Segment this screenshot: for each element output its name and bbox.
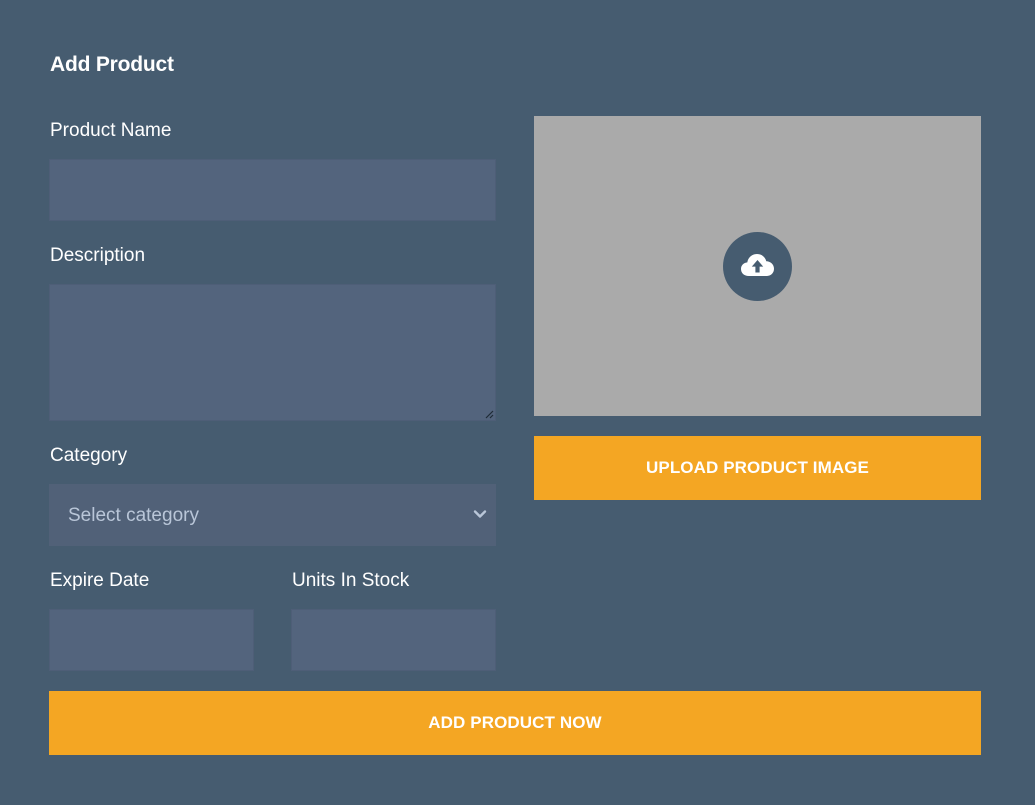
resize-handle-icon[interactable]	[485, 410, 494, 419]
expire-date-input[interactable]	[49, 609, 254, 671]
expire-date-label: Expire Date	[50, 570, 150, 591]
description-textarea[interactable]	[49, 284, 496, 421]
description-label: Description	[50, 245, 146, 266]
cloud-upload-icon	[741, 254, 774, 276]
category-select[interactable]: Select category	[49, 484, 496, 546]
add-product-now-button[interactable]: ADD PRODUCT NOW	[49, 691, 981, 755]
category-select-value: Select category	[68, 505, 199, 526]
category-label: Category	[50, 445, 128, 466]
product-name-label: Product Name	[50, 120, 172, 141]
upload-product-image-button[interactable]: UPLOAD PRODUCT IMAGE	[534, 436, 981, 500]
units-in-stock-label: Units In Stock	[292, 570, 410, 591]
chevron-down-icon	[473, 510, 487, 518]
upload-icon-circle[interactable]	[723, 232, 792, 301]
product-name-input[interactable]	[49, 159, 496, 221]
units-in-stock-input[interactable]	[291, 609, 496, 671]
product-image-preview[interactable]	[534, 116, 981, 416]
page-title: Add Product	[50, 53, 174, 76]
